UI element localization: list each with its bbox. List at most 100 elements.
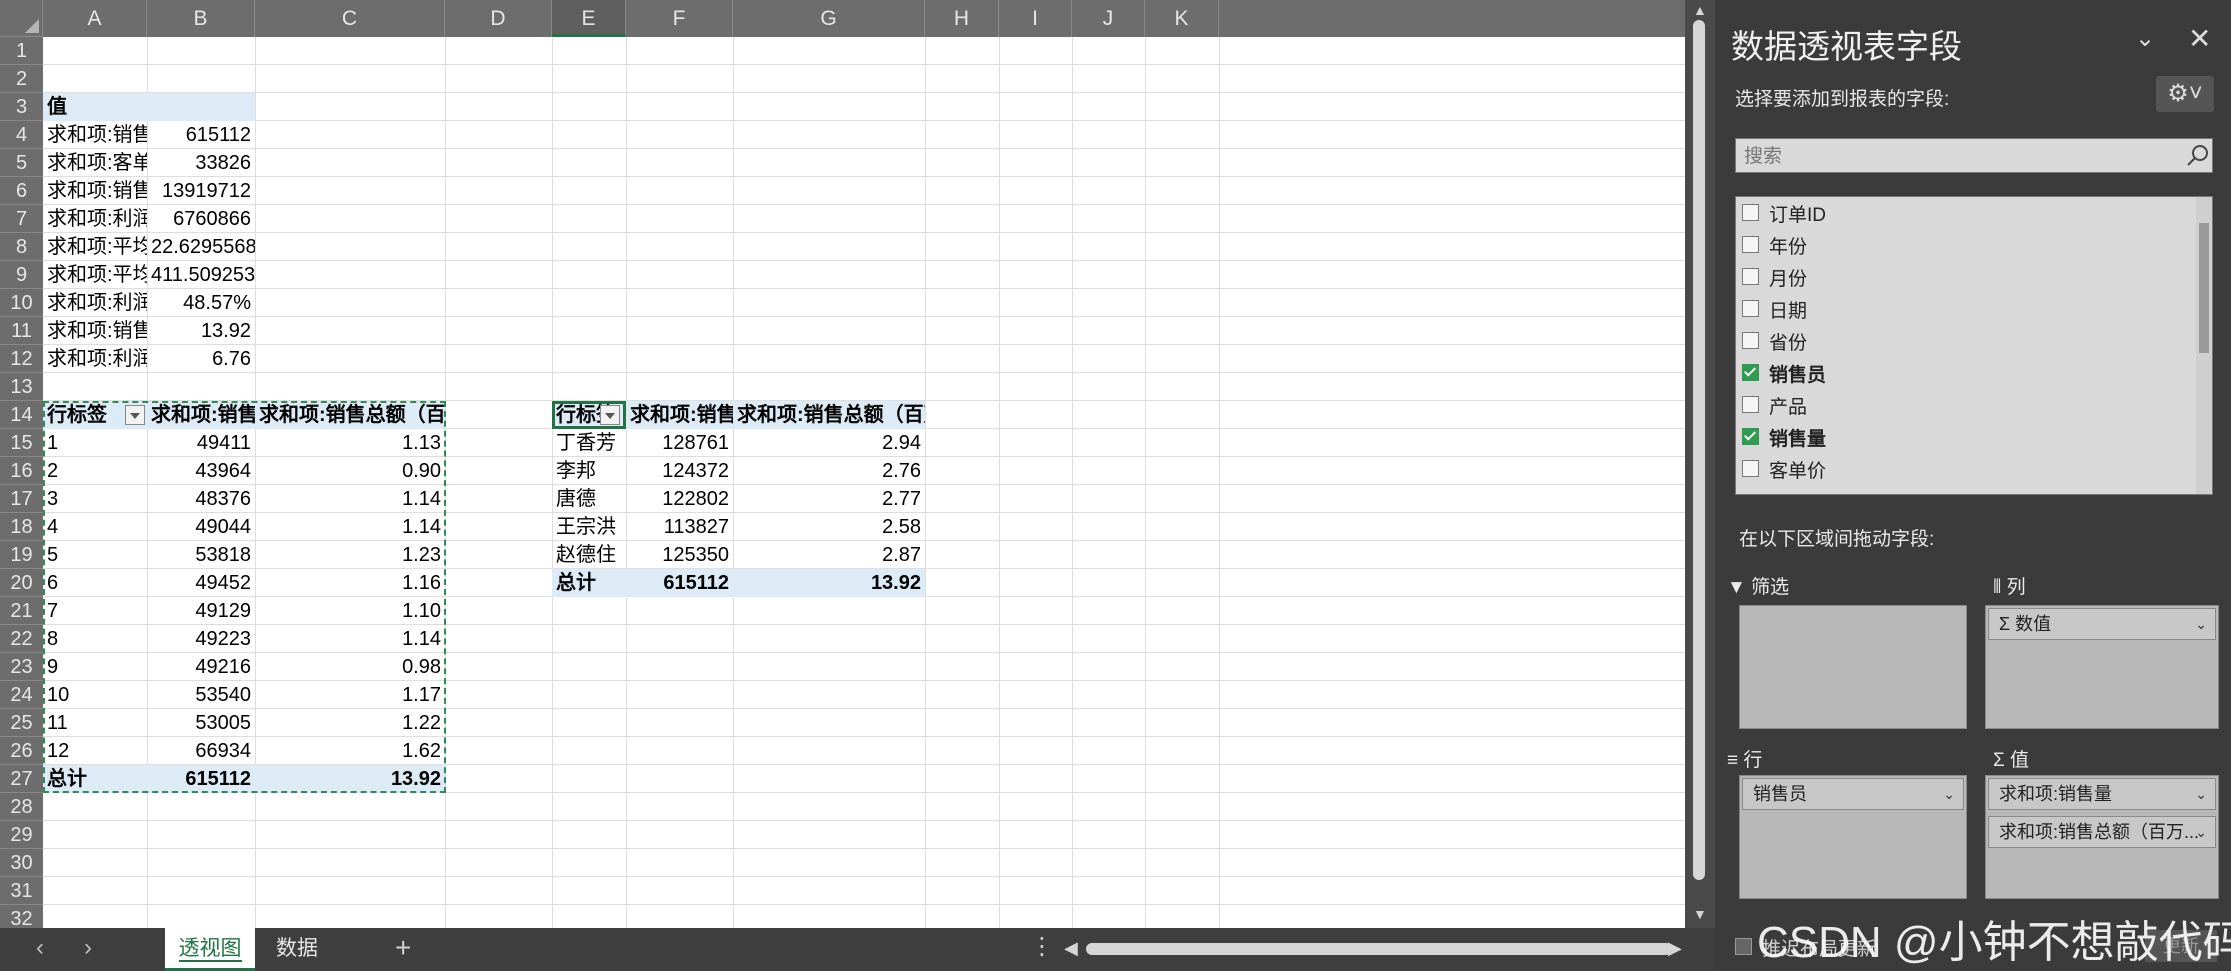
row-header-7[interactable]: 7 xyxy=(0,205,43,233)
more-options-icon[interactable]: ⋮ xyxy=(1030,932,1054,961)
vertical-scrollbar[interactable]: ▲ ▼ xyxy=(1685,0,1715,928)
checkbox-icon[interactable] xyxy=(1742,428,1759,446)
pivot-amount[interactable]: 1.17 xyxy=(255,681,445,709)
row-header-5[interactable]: 5 xyxy=(0,149,43,177)
gear-icon[interactable]: ⚙˅ xyxy=(2156,76,2214,112)
rows-chip-seller[interactable]: 销售员 ⌄ xyxy=(1742,778,1964,810)
close-icon[interactable]: ✕ xyxy=(2188,22,2211,55)
columns-chip-values[interactable]: Σ 数值 ⌄ xyxy=(1988,608,2216,640)
pivot-header-quantity[interactable]: 求和项:销售量 xyxy=(147,401,255,429)
pivot-total-quantity[interactable]: 615112 xyxy=(147,765,255,793)
row-header-27[interactable]: 27 xyxy=(0,765,43,793)
pivot-amount[interactable]: 0.90 xyxy=(255,457,445,485)
checkbox-icon[interactable] xyxy=(1742,268,1759,286)
row-header-29[interactable]: 29 xyxy=(0,821,43,849)
pivot-amount[interactable]: 2.94 xyxy=(733,429,925,457)
column-header-j[interactable]: J xyxy=(1072,0,1145,37)
value-label[interactable]: 求和项:销售 xyxy=(43,177,147,205)
columns-zone[interactable]: Σ 数值 ⌄ xyxy=(1985,605,2219,729)
tab-data[interactable]: 数据 xyxy=(262,928,332,971)
column-header-c[interactable]: C xyxy=(255,0,445,37)
pivot-quantity[interactable]: 53818 xyxy=(147,541,255,569)
values-header[interactable]: 值 xyxy=(43,93,255,121)
column-header-k[interactable]: K xyxy=(1145,0,1219,37)
row-label-filter-button[interactable] xyxy=(600,405,620,425)
value-number[interactable]: 22.62955689 xyxy=(147,233,255,261)
horizontal-scroll-thumb[interactable] xyxy=(1086,943,1672,955)
pivot-amount[interactable]: 1.23 xyxy=(255,541,445,569)
pivot-quantity[interactable]: 124372 xyxy=(626,457,733,485)
field-item[interactable]: 客单价 xyxy=(1742,457,1826,487)
value-label[interactable]: 求和项:平均 xyxy=(43,233,147,261)
checkbox-icon[interactable] xyxy=(1742,236,1759,254)
column-header-g[interactable]: G xyxy=(733,0,925,37)
row-header-3[interactable]: 3 xyxy=(0,93,43,121)
checkbox-icon[interactable] xyxy=(1742,460,1759,478)
pivot-header-amount[interactable]: 求和项:销售总额（百万） xyxy=(733,401,925,429)
value-number[interactable]: 13919712 xyxy=(147,177,255,205)
pivot-row-label[interactable]: 1 xyxy=(43,429,147,457)
vertical-scroll-thumb[interactable] xyxy=(1693,20,1705,880)
row-header-20[interactable]: 20 xyxy=(0,569,43,597)
pivot-total-amount[interactable]: 13.92 xyxy=(733,569,925,597)
row-header-18[interactable]: 18 xyxy=(0,513,43,541)
checkbox-icon[interactable] xyxy=(1735,938,1752,956)
value-number[interactable]: 33826 xyxy=(147,149,255,177)
row-header-2[interactable]: 2 xyxy=(0,65,43,93)
pivot-quantity[interactable]: 49216 xyxy=(147,653,255,681)
checkbox-icon[interactable] xyxy=(1742,300,1759,318)
field-item[interactable]: 年份 xyxy=(1742,233,1807,263)
scroll-left-icon[interactable]: ◀ xyxy=(1064,938,1078,959)
pivot-quantity[interactable]: 128761 xyxy=(626,429,733,457)
row-header-25[interactable]: 25 xyxy=(0,709,43,737)
row-label-filter-button[interactable] xyxy=(125,405,145,425)
pivot-total-label[interactable]: 总计 xyxy=(552,569,626,597)
chevron-down-icon[interactable]: ⌄ xyxy=(1943,779,1955,809)
row-header-8[interactable]: 8 xyxy=(0,233,43,261)
value-label[interactable]: 求和项:利润 xyxy=(43,289,147,317)
pivot-amount[interactable]: 2.77 xyxy=(733,485,925,513)
panel-options-chevron-icon[interactable]: ⌄ xyxy=(2135,24,2155,53)
pivot-quantity[interactable]: 43964 xyxy=(147,457,255,485)
row-header-24[interactable]: 24 xyxy=(0,681,43,709)
pivot-row-label[interactable]: 3 xyxy=(43,485,147,513)
pivot-row-label[interactable]: 2 xyxy=(43,457,147,485)
pivot-row-label[interactable]: 王宗洪 xyxy=(552,513,626,541)
row-header-11[interactable]: 11 xyxy=(0,317,43,345)
checkbox-icon[interactable] xyxy=(1742,364,1759,382)
row-header-14[interactable]: 14 xyxy=(0,401,43,429)
chevron-down-icon[interactable]: ⌄ xyxy=(2195,609,2207,639)
value-number[interactable]: 615112 xyxy=(147,121,255,149)
value-label[interactable]: 求和项:客单 xyxy=(43,149,147,177)
chevron-down-icon[interactable]: ⌄ xyxy=(2195,779,2207,809)
pivot-amount[interactable]: 1.14 xyxy=(255,485,445,513)
pivot-header-amount[interactable]: 求和项:销售总额（百万） xyxy=(255,401,445,429)
pivot-quantity[interactable]: 49044 xyxy=(147,513,255,541)
search-input[interactable] xyxy=(1736,139,2176,174)
row-header-10[interactable]: 10 xyxy=(0,289,43,317)
pivot-amount[interactable]: 1.62 xyxy=(255,737,445,765)
filter-zone[interactable] xyxy=(1739,605,1967,729)
pivot-amount[interactable]: 2.87 xyxy=(733,541,925,569)
pivot-quantity[interactable]: 48376 xyxy=(147,485,255,513)
tab-pivot[interactable]: 透视图 xyxy=(165,928,255,971)
rows-zone[interactable]: 销售员 ⌄ xyxy=(1739,775,1967,899)
pivot-row-label[interactable]: 11 xyxy=(43,709,147,737)
pivot-total-quantity[interactable]: 615112 xyxy=(626,569,733,597)
prev-sheet-icon[interactable]: ‹ xyxy=(20,934,60,962)
pivot-row-label[interactable]: 唐德 xyxy=(552,485,626,513)
pivot-total-amount[interactable]: 13.92 xyxy=(255,765,445,793)
field-item[interactable]: 省份 xyxy=(1742,329,1807,359)
field-item[interactable]: 月份 xyxy=(1742,265,1807,295)
select-all-button[interactable] xyxy=(0,0,43,37)
scroll-down-icon[interactable]: ▼ xyxy=(1693,906,1707,922)
value-number[interactable]: 6760866 xyxy=(147,205,255,233)
row-header-21[interactable]: 21 xyxy=(0,597,43,625)
pivot-quantity[interactable]: 53540 xyxy=(147,681,255,709)
chevron-down-icon[interactable]: ⌄ xyxy=(2195,817,2207,847)
scroll-up-icon[interactable]: ▲ xyxy=(1693,2,1707,18)
row-header-28[interactable]: 28 xyxy=(0,793,43,821)
pivot-quantity[interactable]: 122802 xyxy=(626,485,733,513)
pivot-amount[interactable]: 1.14 xyxy=(255,625,445,653)
horizontal-scrollbar[interactable]: ◀ ▶ xyxy=(1062,938,1686,960)
